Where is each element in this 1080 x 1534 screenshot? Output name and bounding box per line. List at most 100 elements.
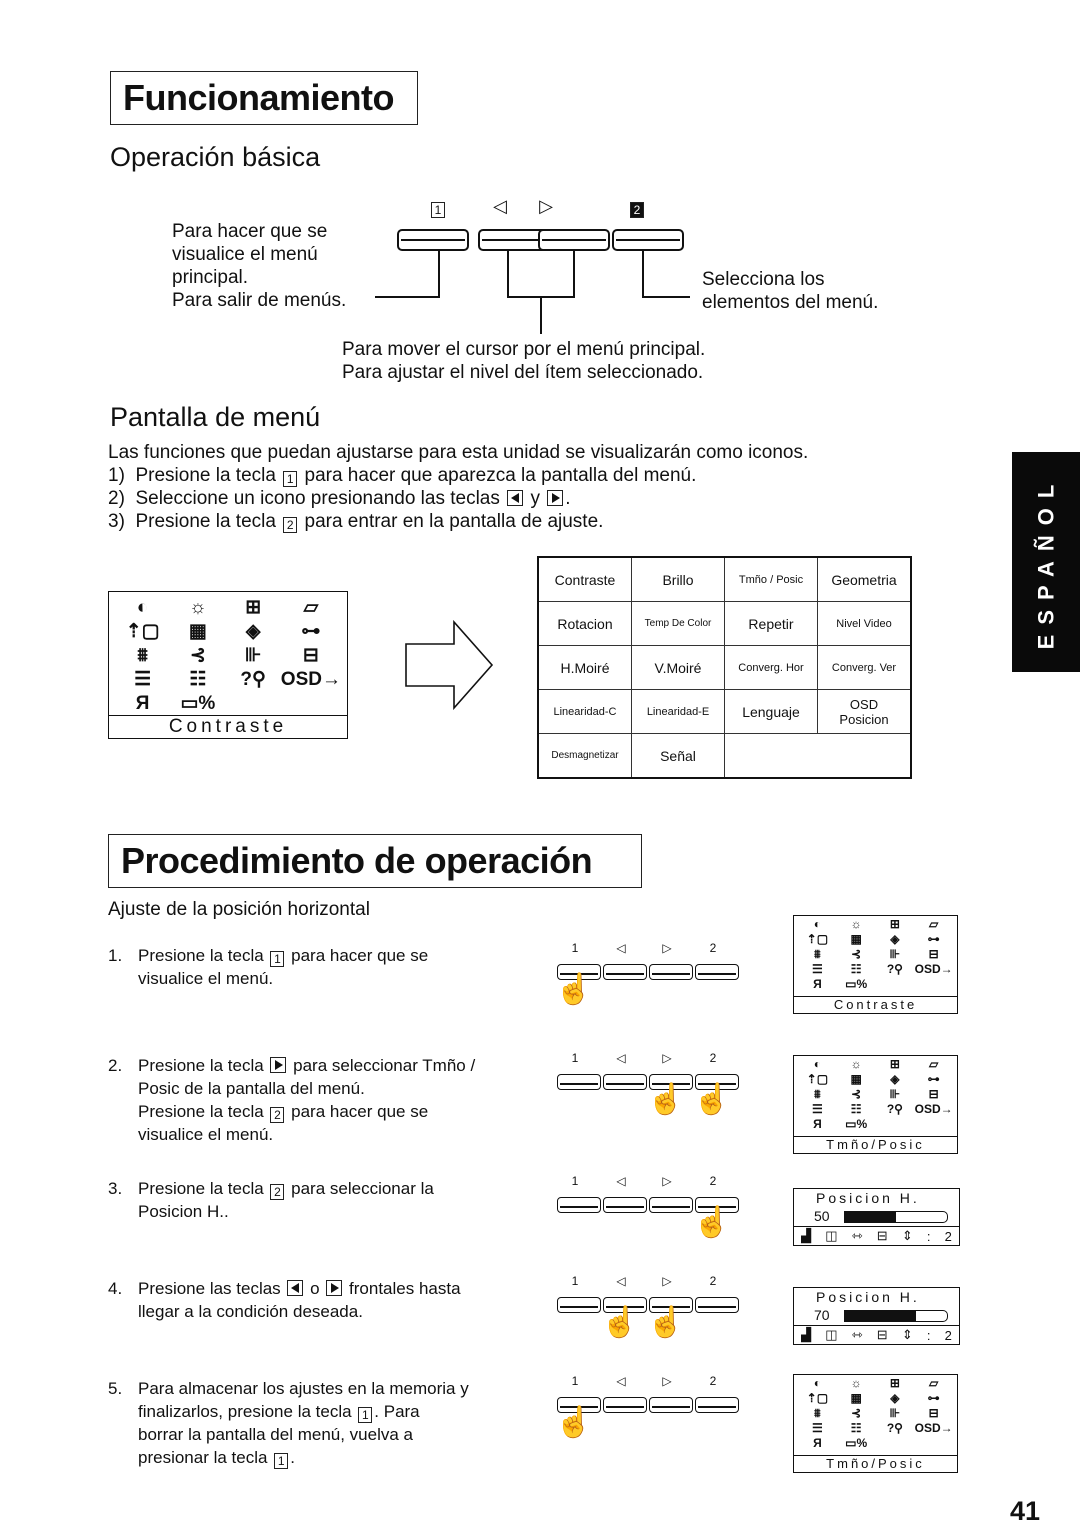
- mini-button-3[interactable]: [695, 1297, 739, 1313]
- osd-menu-icon: ⇡▢: [125, 621, 160, 642]
- osd-menu-icon: ⊶: [927, 1072, 940, 1086]
- osd-menu-icon: ⊶: [927, 932, 940, 946]
- osd-caption: Contraste: [794, 996, 957, 1013]
- footer-icon: ⇕: [901, 1228, 913, 1243]
- adjust-slider[interactable]: [844, 1310, 948, 1322]
- osd-menu-icon: ⊟: [302, 645, 319, 666]
- subtitle-horizontal-position: Ajuste de la posición horizontal: [108, 899, 370, 920]
- function-table-row: Linearidad-C Linearidad-E Lenguaje OSD Posic…: [537, 689, 912, 734]
- function-table-cell: V.Moiré: [631, 645, 725, 690]
- osd-menu-icon: ⇡▢: [806, 1072, 829, 1086]
- osd-menu-icon: ?⚲: [886, 1102, 903, 1116]
- note-menu-button: Para hacer que se visualice el menú prin…: [172, 221, 347, 311]
- right-key-icon: [270, 1057, 287, 1073]
- osd-menu-icon: ⊪: [889, 947, 901, 961]
- osd-icon-grid: ◐ ☼ ⊞ ▱ ⇡▢ ▦ ◈ ⊶ ⩩ ⊰ ⊪ ⊟ ☰ ☷ ?⚲ OSD→ Я ▭%: [794, 1056, 957, 1132]
- osd-menu-icon: ◈: [245, 621, 261, 642]
- osd-menu-icon: ◈: [890, 1391, 900, 1405]
- step-number: 1.: [108, 946, 123, 965]
- mini-button-0[interactable]: [557, 1297, 601, 1313]
- key-1-label: 1: [428, 199, 448, 218]
- adjust-label: Posicion H.: [816, 1190, 920, 1206]
- connector-line: [375, 296, 440, 298]
- function-table-cell: Nivel Video: [817, 601, 912, 646]
- button-2[interactable]: [612, 229, 684, 251]
- footer-icon: 2: [944, 1228, 952, 1244]
- page-number: 41: [1010, 1496, 1041, 1526]
- footer-icon: 2: [944, 1327, 952, 1343]
- connector-line: [507, 251, 509, 297]
- note-cursor-buttons: Para mover el cursor por el menú princip…: [342, 339, 706, 383]
- osd-menu-icon: ⇡▢: [806, 1391, 829, 1405]
- heading-operacion-basica: Operación básica: [110, 142, 321, 172]
- mini-key-label: ◁: [616, 1174, 626, 1188]
- adjust-label: Posicion H.: [816, 1289, 920, 1305]
- footer-icon: ▟: [801, 1228, 812, 1243]
- osd-menu-icon: ▦: [188, 621, 207, 642]
- mini-button-2[interactable]: [649, 1397, 693, 1413]
- key-2-label: 2: [627, 199, 647, 218]
- key-right-label: ▷: [539, 196, 553, 216]
- osd-menu-icon: Я: [135, 693, 150, 714]
- mini-key-label: ◁: [616, 941, 626, 955]
- osd-menu-icon: ⩩: [814, 1087, 821, 1101]
- step-text: 3. Presione la tecla 2 para seleccionar l…: [108, 1179, 434, 1221]
- connector-line: [540, 296, 542, 334]
- mini-button-2[interactable]: [649, 964, 693, 980]
- mini-key-label: ▷: [662, 1374, 672, 1388]
- osd-menu-icon: ⩩: [814, 947, 821, 961]
- footer-icon: ◫: [825, 1327, 838, 1342]
- position-adjust-screen: Posicion H. 70 ▟ ◫ ⇿ ⊟ ⇕:2: [793, 1287, 960, 1345]
- osd-menu-icon: ▱: [929, 917, 939, 931]
- osd-menu-icon: ▱: [929, 1057, 939, 1071]
- adjust-slider[interactable]: [844, 1211, 948, 1223]
- osd-menu-icon: ⊟: [928, 1087, 939, 1101]
- function-table-cell: Brillo: [631, 556, 725, 602]
- mini-button-1[interactable]: [603, 1074, 647, 1090]
- osd-menu-icon: ⊶: [927, 1391, 940, 1405]
- footer-icon: :: [926, 1228, 931, 1244]
- mini-button-1[interactable]: [603, 964, 647, 980]
- footer-icon: ⊟: [876, 1228, 888, 1243]
- adjust-footer: ▟ ◫ ⇿ ⊟ ⇕:2: [794, 1325, 959, 1344]
- function-table-cell: Converg. Hor: [724, 645, 818, 690]
- osd-menu-icon: ⊞: [889, 1057, 900, 1071]
- osd-menu-icon: ⊰: [851, 1087, 862, 1101]
- menu-step-3: 3) Presione la tecla 2 para entrar en la…: [108, 511, 604, 533]
- osd-menu-icon: ◈: [890, 1072, 900, 1086]
- adjust-slider-fill: [845, 1311, 917, 1321]
- osd-menu-icon: ▦: [850, 1072, 862, 1086]
- footer-icon: :: [926, 1327, 931, 1343]
- mini-button-1[interactable]: [603, 1197, 647, 1213]
- function-table-cell: Lenguaje: [724, 689, 818, 734]
- osd-menu-icon: ▭%: [845, 1436, 868, 1450]
- osd-menu-icon: ☰: [811, 1102, 823, 1116]
- osd-menu-icon: ⊞: [889, 1376, 900, 1390]
- osd-menu-icon: ▱: [929, 1376, 939, 1390]
- osd-menu-icon: ⊰: [851, 1406, 862, 1420]
- connector-line: [438, 251, 440, 297]
- mini-button-1[interactable]: [603, 1397, 647, 1413]
- mini-key-label: ▷: [662, 941, 672, 955]
- osd-menu-icon: OSD→: [280, 669, 341, 690]
- step-text: 4. Presione las teclas o frontales hasta l…: [108, 1279, 461, 1321]
- mini-button-3[interactable]: [695, 964, 739, 980]
- mini-button-0[interactable]: [557, 1074, 601, 1090]
- mini-key-label: 2: [709, 941, 717, 955]
- function-table-cell: Señal: [631, 733, 725, 779]
- button-1[interactable]: [397, 229, 469, 251]
- footer-icon: ⊟: [876, 1327, 888, 1342]
- osd-menu-icon: ⊟: [928, 947, 939, 961]
- mini-button-3[interactable]: [695, 1397, 739, 1413]
- osd-menu-icon: ▭%: [180, 693, 216, 714]
- osd-caption: Tmño/Posic: [794, 1455, 957, 1472]
- mini-button-2[interactable]: [649, 1197, 693, 1213]
- pressing-hand-icon: ☝: [693, 1083, 731, 1116]
- note-select-button: Selecciona los elementos del menú.: [702, 269, 879, 313]
- button-right[interactable]: [538, 229, 610, 251]
- function-table-cell: Geometria: [817, 556, 912, 602]
- osd-menu-icon: ⩩: [814, 1406, 821, 1420]
- mini-button-0[interactable]: [557, 1197, 601, 1213]
- function-table-cell: Repetir: [724, 601, 818, 646]
- footer-icon: ⇿: [851, 1228, 863, 1243]
